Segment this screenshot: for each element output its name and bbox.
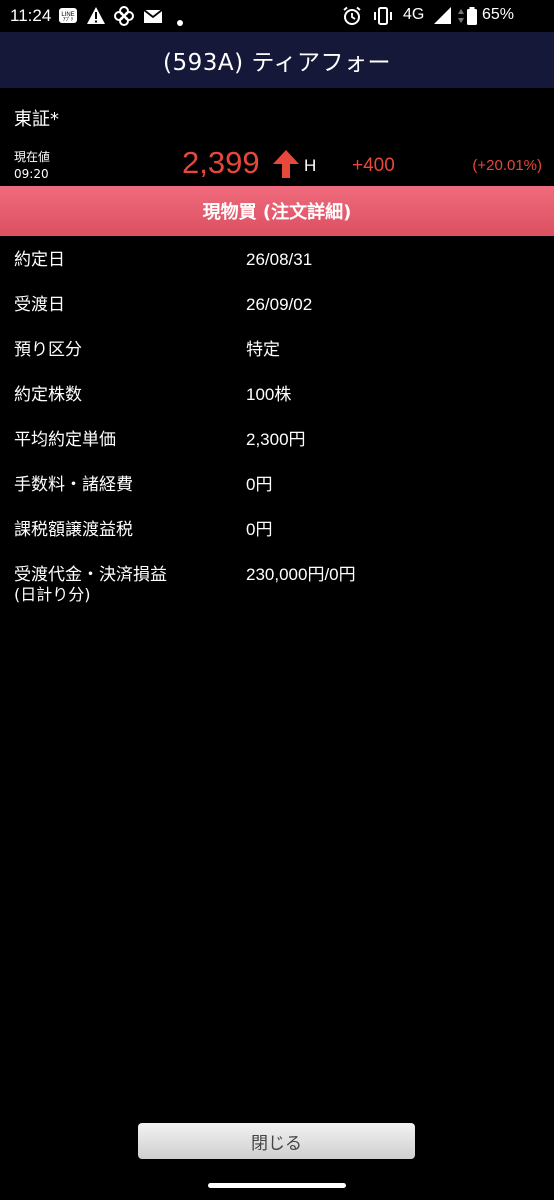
high-flag: H [304,156,317,175]
network-type: 4G [403,6,425,23]
dot-icon [176,12,184,32]
detail-value: 0円 [246,520,273,539]
detail-label: 受渡日 [14,295,65,315]
detail-row-account-type: 預り区分 特定 [0,328,554,373]
price-label-block: 現在値 09:20 [14,149,50,183]
alarm-icon [342,6,362,31]
market-label: 東証* [14,109,59,130]
data-arrows-icon [456,6,466,31]
warning-icon [86,6,106,31]
detail-value: 2,300円 [246,430,306,449]
detail-value: 230,000円/0円 [246,565,356,584]
detail-label: 約定株数 [14,385,82,405]
detail-row-quantity: 約定株数 100株 [0,373,554,418]
home-indicator[interactable] [208,1183,346,1188]
detail-value: 特定 [246,340,280,359]
current-price: 2,399 [182,145,260,180]
detail-value: 26/09/02 [246,295,313,314]
detail-row-tax: 課税額譲渡益税 0円 [0,508,554,553]
order-type-label: 現物買 (注文詳細) [202,202,352,223]
detail-label-main: 受渡代金・決済損益 [14,565,167,585]
detail-row-fees: 手数料・諸経費 0円 [0,463,554,508]
up-arrow-icon [272,149,300,183]
signal-icon [433,6,453,31]
price-time: 09:20 [14,167,49,181]
battery-percent: 65% [482,6,515,23]
order-type-banner: 現物買 (注文詳細) [0,186,554,236]
battery-icon [466,6,478,31]
status-bar: 11:24 LINE ｱﾌﾟﾘ 4G 65% [0,0,554,32]
order-details: 約定日 26/08/31 受渡日 26/09/02 預り区分 特定 約定株数 1… [0,238,554,613]
detail-row-trade-date: 約定日 26/08/31 [0,238,554,283]
app-header: (593A) ティアフォー [0,32,554,88]
detail-label: 課税額譲渡益税 [14,520,133,540]
detail-row-settlement-date: 受渡日 26/09/02 [0,283,554,328]
vibrate-icon [372,6,394,31]
detail-label: 約定日 [14,250,65,270]
detail-label: 預り区分 [14,340,82,360]
detail-value: 100株 [246,385,292,404]
status-time: 11:24 [10,6,52,25]
svg-text:ｱﾌﾟﾘ: ｱﾌﾟﾘ [63,16,73,23]
detail-value: 26/08/31 [246,250,313,269]
detail-row-avg-price: 平均約定単価 2,300円 [0,418,554,463]
pinwheel-icon [114,6,134,31]
line-icon: LINE ｱﾌﾟﾘ [58,6,78,31]
detail-label: 受渡代金・決済損益 (日計り分) [14,565,167,605]
price-change-percent: (+20.01%) [472,157,542,174]
price-label: 現在値 [14,150,51,164]
detail-value: 0円 [246,475,273,494]
detail-label: 手数料・諸経費 [14,475,133,495]
detail-row-settlement-amount: 受渡代金・決済損益 (日計り分) 230,000円/0円 [0,553,554,613]
detail-label: 平均約定単価 [14,430,116,450]
page-title: (593A) ティアフォー [162,50,391,76]
price-change: +400 [352,155,395,176]
close-button[interactable]: 閉じる [138,1123,415,1159]
mail-icon [143,6,163,31]
detail-label-sub: (日計り分) [14,585,91,604]
